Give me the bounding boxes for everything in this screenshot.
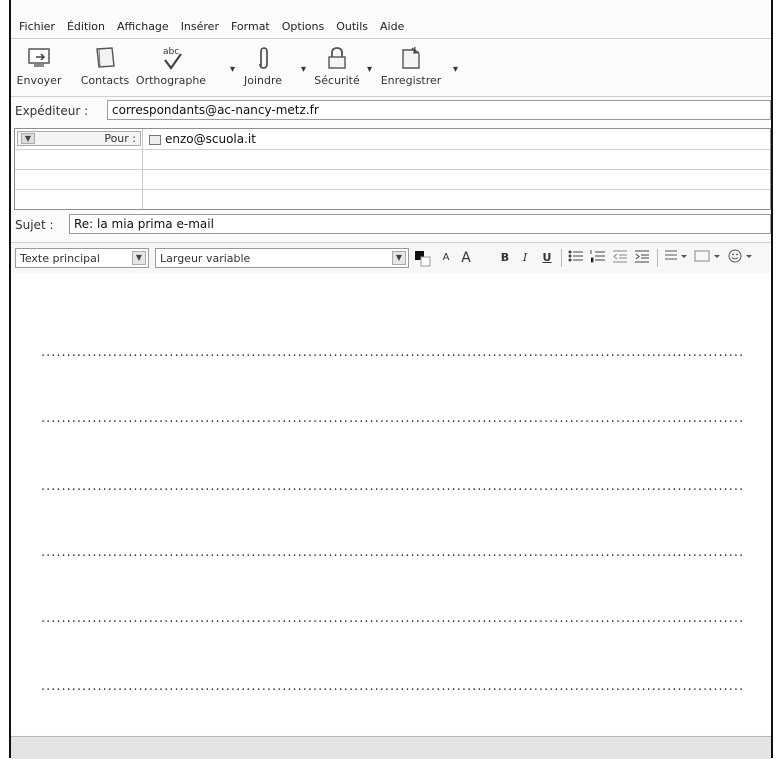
compose-window: Fichier Édition Affichage Insérer Format… [9,0,773,759]
subject-label: Sujet : [15,218,54,232]
numbered-list-button[interactable] [589,249,607,267]
text-color-button[interactable] [413,249,433,267]
paragraph-style-select[interactable]: Texte principal ▼ [15,248,149,268]
security-dropdown-icon[interactable]: ▾ [367,64,372,75]
recipient-row-empty[interactable] [15,169,770,190]
recipient-type-cell: ▼ Pour : [15,129,143,149]
svg-text:abc: abc [163,47,179,57]
paragraph-style-value: Texte principal [20,252,100,265]
insert-image-icon [694,250,720,262]
menu-outils[interactable]: Outils [336,20,368,33]
spellcheck-icon: abc [163,47,182,70]
numbered-list-icon [590,250,605,263]
align-button[interactable] [663,249,689,267]
smaller-text-button[interactable]: A [437,249,455,267]
recipient-type-cell [15,169,143,189]
dotted-writing-line: ........................................… [41,479,745,494]
bold-button[interactable]: B [497,249,513,267]
recipient-type-label: Pour : [104,132,136,145]
from-label: Expéditeur : [15,104,89,118]
recipient-type-cell [15,189,143,209]
recipient-address-text: enzo@scuola.it [165,132,256,146]
subject-row: Sujet : Re: la mia prima e-mail [11,212,771,236]
message-body[interactable]: ........................................… [11,273,771,735]
recipient-row-empty[interactable] [15,189,770,209]
larger-text-button[interactable]: A [457,249,475,267]
chevron-down-icon: ▼ [132,251,146,265]
underline-button[interactable]: U [539,249,555,267]
recipient-row-empty[interactable] [15,149,770,170]
outdent-button[interactable] [611,249,629,267]
from-row: Expéditeur : correspondants@ac-nancy-met… [11,98,771,124]
contact-card-icon [149,134,161,145]
save-label: Enregistrer [380,74,442,87]
paperclip-icon [259,47,268,69]
font-value: Largeur variable [160,252,251,265]
menu-options[interactable]: Options [282,20,324,33]
save-button[interactable]: Enregistrer [375,40,447,96]
spelling-dropdown-icon[interactable]: ▾ [230,64,235,75]
outdent-icon [613,250,627,263]
font-select[interactable]: Largeur variable ▼ [155,248,409,268]
toolbar-divider [11,96,771,97]
insert-button[interactable] [693,249,723,267]
menu-affichage[interactable]: Affichage [117,20,169,33]
send-button[interactable]: Envoyer [13,40,65,96]
spelling-button[interactable]: abc Orthographe [135,40,207,96]
recipients-list: ▼ Pour : enzo@scuola.it [14,128,771,210]
indent-button[interactable] [633,249,651,267]
security-button[interactable]: Sécurité [307,40,367,96]
align-icon [665,250,687,260]
attach-label: Joindre [243,74,283,87]
save-icon [402,46,420,69]
security-label: Sécurité [314,74,360,87]
dotted-writing-line: ........................................… [41,411,745,426]
smiley-icon [728,249,752,263]
address-book-icon [96,47,115,68]
from-field[interactable]: correspondants@ac-nancy-metz.fr [107,100,771,120]
lock-icon [328,47,346,69]
italic-button[interactable]: I [517,249,533,267]
format-toolbar: Texte principal ▼ Largeur variable ▼ A A… [11,242,771,274]
subject-field[interactable]: Re: la mia prima e-mail [69,214,771,234]
toolbar-separator [657,249,658,267]
menu-inserer[interactable]: Insérer [181,20,219,33]
send-icon [28,48,50,67]
chevron-down-icon: ▼ [392,251,406,265]
recipient-type-cell [15,149,143,169]
attach-dropdown-icon[interactable]: ▾ [301,64,306,75]
dotted-writing-line: ........................................… [41,611,745,626]
indent-icon [635,250,649,263]
smiley-button[interactable] [727,249,757,267]
bullet-list-icon [568,250,583,262]
dotted-writing-line: ........................................… [41,345,745,360]
menu-edition[interactable]: Édition [67,20,105,33]
spelling-label: Orthographe [135,74,207,87]
toolbar: Envoyer Contacts abc Orthographe ▾ Joind… [11,40,771,96]
recipient-type-select[interactable]: ▼ Pour : [17,131,141,146]
recipient-row[interactable]: ▼ Pour : enzo@scuola.it [15,129,770,150]
attach-button[interactable]: Joindre [236,40,290,96]
menu-bar: Fichier Édition Affichage Insérer Format… [11,14,771,38]
send-label: Envoyer [16,74,62,87]
menu-format[interactable]: Format [231,20,270,33]
dotted-writing-line: ........................................… [41,679,745,694]
recipient-address[interactable]: enzo@scuola.it [149,132,256,146]
bullet-list-button[interactable] [567,249,585,267]
dotted-writing-line: ........................................… [41,545,745,560]
text-color-icon [415,251,431,267]
save-dropdown-icon[interactable]: ▾ [453,64,458,75]
status-bar [11,736,771,759]
contacts-label: Contacts [80,74,130,87]
menu-aide[interactable]: Aide [380,20,404,33]
menu-divider [11,38,771,39]
toolbar-separator [561,249,562,267]
chevron-down-icon: ▼ [21,133,35,144]
contacts-button[interactable]: Contacts [77,40,133,96]
menu-fichier[interactable]: Fichier [19,20,55,33]
